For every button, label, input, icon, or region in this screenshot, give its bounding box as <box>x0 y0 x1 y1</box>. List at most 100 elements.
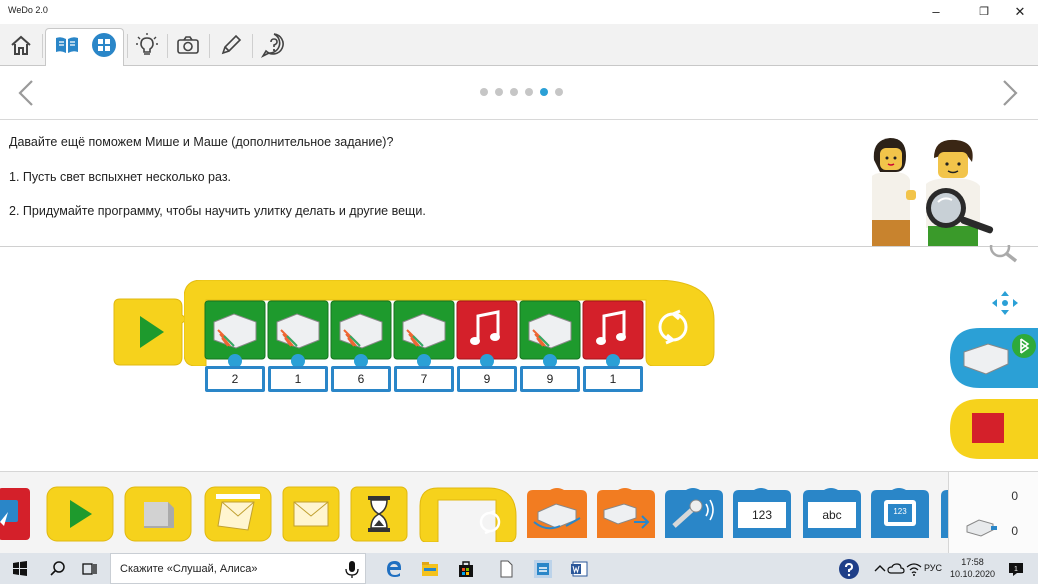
toolbar-divider <box>42 34 43 58</box>
grid-icon <box>92 33 116 57</box>
light-block[interactable] <box>393 300 455 366</box>
restore-button[interactable]: ❐ <box>966 2 1002 22</box>
windows-start-icon[interactable] <box>10 559 30 579</box>
block-value-input[interactable]: 2 <box>205 366 265 392</box>
camera-button[interactable] <box>171 30 205 60</box>
motor-direction-block-icon[interactable] <box>526 486 588 542</box>
counter-value: 0 <box>1011 524 1018 538</box>
wifi-icon[interactable] <box>904 559 924 579</box>
book-icon <box>56 37 78 53</box>
cloud-icon[interactable] <box>886 559 906 579</box>
text-block-label: abc <box>822 508 842 522</box>
title-bar: WeDo 2.0 – ❐ ✕ <box>0 0 1038 24</box>
word-icon[interactable] <box>569 559 589 579</box>
windows-taskbar: Скажите «Слушай, Алиса» РУС 17:58 10.10.… <box>0 553 1038 584</box>
message-start-block-icon[interactable] <box>204 486 272 542</box>
page-dot[interactable] <box>525 88 533 96</box>
block-value-input[interactable]: 7 <box>394 366 454 392</box>
blocks-button[interactable] <box>87 30 121 60</box>
block-value: 7 <box>397 369 451 389</box>
wedo-app-taskbar-icon[interactable] <box>533 559 553 579</box>
page-dot-active[interactable] <box>540 88 548 96</box>
number-block-label: 123 <box>751 508 773 522</box>
repeat-block-icon[interactable] <box>418 486 518 542</box>
block-value-input[interactable]: 1 <box>268 366 328 392</box>
start-block-icon[interactable] <box>46 486 114 542</box>
toolbar-divider <box>127 34 128 58</box>
close-button[interactable]: ✕ <box>1002 2 1038 22</box>
taskbar-search-box[interactable]: Скажите «Слушай, Алиса» <box>110 553 366 584</box>
help-tray-icon[interactable] <box>838 558 860 580</box>
counter-value: 0 <box>1011 489 1018 503</box>
svg-text:1: 1 <box>1014 566 1018 573</box>
language-indicator[interactable]: РУС <box>924 563 942 573</box>
edge-browser-icon[interactable] <box>384 559 404 579</box>
smarthub-icon <box>966 519 997 537</box>
instruction-step-2: 2. Придумайте программу, чтобы научить у… <box>9 204 426 218</box>
instruction-heading: Давайте ещё поможем Мише и Маше (дополни… <box>9 135 394 149</box>
fit-view-icon[interactable] <box>990 289 1020 317</box>
start-block[interactable] <box>110 297 190 367</box>
stop-button[interactable] <box>948 397 1038 461</box>
next-page-arrow-icon[interactable] <box>998 78 1022 108</box>
text-input-block[interactable]: abc <box>802 486 862 542</box>
taskbar-clock[interactable]: 17:58 10.10.2020 <box>950 556 995 580</box>
book-button[interactable] <box>50 30 84 60</box>
programming-canvas[interactable]: 2 1 6 7 9 9 1 <box>0 245 1038 471</box>
display-input-block[interactable]: 123 <box>870 486 930 542</box>
display-block-icon[interactable] <box>0 486 34 542</box>
page-dot[interactable] <box>495 88 503 96</box>
ideas-button[interactable] <box>130 30 164 60</box>
zoom-search-icon[interactable] <box>986 245 1020 263</box>
pencil-icon <box>221 34 242 55</box>
number-input-block[interactable]: 123 <box>732 486 792 542</box>
page-dot[interactable] <box>480 88 488 96</box>
main-toolbar <box>0 24 1038 67</box>
document-app-icon[interactable] <box>496 559 516 579</box>
light-block[interactable] <box>519 300 581 366</box>
page-dot[interactable] <box>510 88 518 96</box>
window-title: WeDo 2.0 <box>8 5 48 15</box>
camera-icon <box>177 36 199 54</box>
block-value-input[interactable]: 9 <box>457 366 517 392</box>
file-explorer-icon[interactable] <box>420 559 440 579</box>
clock-time: 17:58 <box>961 557 984 567</box>
microphone-icon[interactable] <box>342 559 362 579</box>
instruction-panel: Давайте ещё поможем Мише и Маше (дополни… <box>0 120 1038 247</box>
light-block[interactable] <box>330 300 392 366</box>
document-button[interactable] <box>214 30 248 60</box>
block-value-input[interactable]: 9 <box>520 366 580 392</box>
key-start-block-icon[interactable] <box>124 486 192 542</box>
toolbar-divider <box>252 34 253 58</box>
sound-block[interactable] <box>456 300 518 366</box>
notifications-icon[interactable]: 1 <box>1006 559 1026 579</box>
minifigures-illustration <box>872 138 994 246</box>
wait-block-icon[interactable] <box>350 486 408 542</box>
block-value-input[interactable]: 1 <box>583 366 643 392</box>
store-icon[interactable] <box>456 559 476 579</box>
light-block[interactable] <box>204 300 266 366</box>
light-block[interactable] <box>267 300 329 366</box>
task-view-icon[interactable] <box>80 559 100 579</box>
display-block-label: 123 <box>893 507 907 516</box>
sound-block[interactable] <box>582 300 644 366</box>
bulb-icon <box>136 33 158 55</box>
block-value: 9 <box>460 369 514 389</box>
toolbar-divider <box>209 34 210 58</box>
send-message-block-icon[interactable] <box>282 486 340 542</box>
block-palette: 123 abc 123 <box>0 471 950 553</box>
previous-page-arrow-icon[interactable] <box>14 78 38 108</box>
block-value: 2 <box>208 369 262 389</box>
sound-sensor-block-icon[interactable] <box>664 486 724 542</box>
help-button[interactable] <box>257 30 291 60</box>
search-icon[interactable] <box>48 559 68 579</box>
instruction-step-1: 1. Пусть свет вспыхнет несколько раз. <box>9 170 232 184</box>
block-value-input[interactable]: 6 <box>331 366 391 392</box>
page-dot[interactable] <box>555 88 563 96</box>
home-button[interactable] <box>4 30 38 60</box>
motor-power-block-icon[interactable] <box>596 486 656 542</box>
clock-date: 10.10.2020 <box>950 569 996 579</box>
connection-button[interactable] <box>948 326 1038 390</box>
page-dots <box>480 88 563 96</box>
minimize-button[interactable]: – <box>918 2 954 22</box>
